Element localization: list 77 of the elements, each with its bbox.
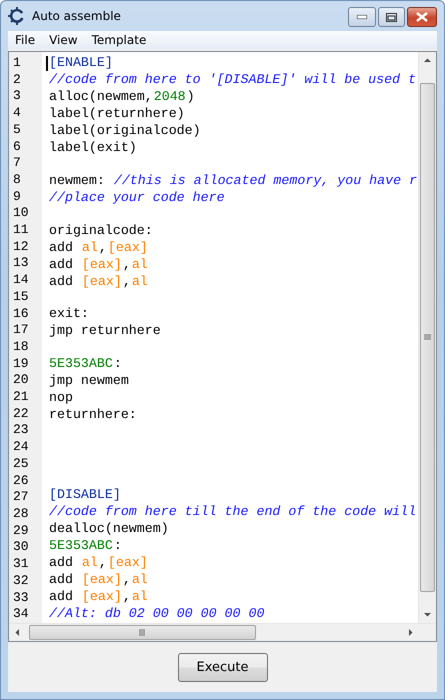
code-line: add [eax],al: [49, 589, 148, 606]
code-line: newmem: //this is allocated memory, you have r: [49, 172, 418, 190]
line-number: 18: [12, 338, 29, 356]
code-line: 5E353ABC:: [49, 538, 122, 555]
line-number: 20: [12, 372, 29, 390]
vertical-scrollbar[interactable]: [418, 52, 436, 623]
line-number: 22: [12, 406, 29, 422]
line-number: 27: [12, 489, 29, 506]
line-number: 1: [12, 55, 21, 72]
code-line: //code from here till the end of the code will: [49, 504, 416, 521]
line-number: 10: [12, 205, 29, 222]
line-number: 11: [12, 222, 29, 239]
code-line: add al,[eax]: [49, 240, 148, 256]
code-line: add al,[eax]: [49, 555, 148, 572]
line-number: 16: [12, 306, 29, 322]
code-line: label(exit): [49, 140, 137, 157]
line-number: 30: [12, 539, 29, 556]
line-number: 29: [12, 522, 29, 540]
line-number: 3: [12, 88, 21, 106]
line-number: 24: [12, 439, 29, 456]
code-line: //place your code here: [49, 190, 225, 207]
menu-item[interactable]: View: [43, 33, 84, 47]
line-number: 31: [12, 556, 29, 573]
line-number: 12: [12, 238, 29, 256]
grip-icon[interactable]: [424, 334, 431, 341]
minimize-button[interactable]: [348, 7, 376, 27]
line-number: 2: [12, 72, 21, 88]
code-line: add [eax],al: [49, 256, 148, 274]
line-number: 28: [12, 506, 29, 523]
code-line: jmp newmem: [49, 373, 129, 390]
code-line: nop: [49, 390, 73, 407]
line-number: 19: [12, 356, 29, 372]
menu-item[interactable]: Template: [86, 33, 152, 47]
line-number: 14: [12, 272, 29, 289]
maximize-icon: [386, 12, 397, 22]
code-line: alloc(newmem,2048): [49, 89, 195, 106]
code-line: add [eax],al: [49, 572, 148, 589]
gear-icon: [8, 7, 26, 25]
menu-item[interactable]: File: [9, 33, 42, 47]
line-number: 13: [12, 255, 29, 272]
line-number: 33: [12, 590, 29, 606]
maximize-button[interactable]: [378, 7, 405, 27]
close-button[interactable]: [407, 7, 437, 27]
code-line: [DISABLE]: [49, 487, 121, 504]
line-number: 34: [12, 606, 29, 623]
line-number: 15: [12, 288, 29, 306]
code-line: label(originalcode): [49, 123, 201, 140]
code-line: returnhere:: [49, 407, 137, 424]
line-number: 25: [12, 456, 29, 473]
line-number: 6: [12, 138, 21, 156]
code-line: 5E353ABC:: [49, 356, 122, 373]
line-number: 32: [12, 572, 29, 590]
code-line: [ENABLE]: [49, 55, 113, 72]
code-line: //code from here to '[DISABLE]' will be used t: [49, 72, 416, 89]
line-number: 21: [12, 389, 29, 406]
execute-button[interactable]: Execute: [178, 652, 268, 682]
text-cursor: [46, 56, 48, 71]
window-title: Auto assemble: [32, 9, 121, 23]
code-line: jmp returnhere: [49, 323, 161, 340]
line-number: 26: [12, 472, 29, 490]
line-number: 4: [12, 105, 21, 122]
minimize-icon: [357, 15, 367, 19]
line-number: 5: [12, 122, 21, 139]
line-number: 23: [12, 422, 29, 440]
code-line: add [eax],al: [49, 274, 148, 290]
line-number: 8: [12, 172, 21, 189]
grip-icon[interactable]: [139, 629, 146, 636]
close-icon: [416, 12, 428, 22]
line-number: 17: [12, 322, 29, 339]
code-line: //Alt: db 02 00 00 00 00 00: [49, 606, 264, 623]
line-number: 9: [12, 188, 21, 206]
horizontal-scrollbar[interactable]: [9, 623, 436, 641]
code-line: dealloc(newmem): [49, 521, 169, 538]
code-line: label(returnhere): [49, 106, 185, 123]
code-line: exit:: [49, 306, 89, 324]
code-line: originalcode:: [49, 222, 153, 240]
line-number: 7: [12, 155, 21, 172]
